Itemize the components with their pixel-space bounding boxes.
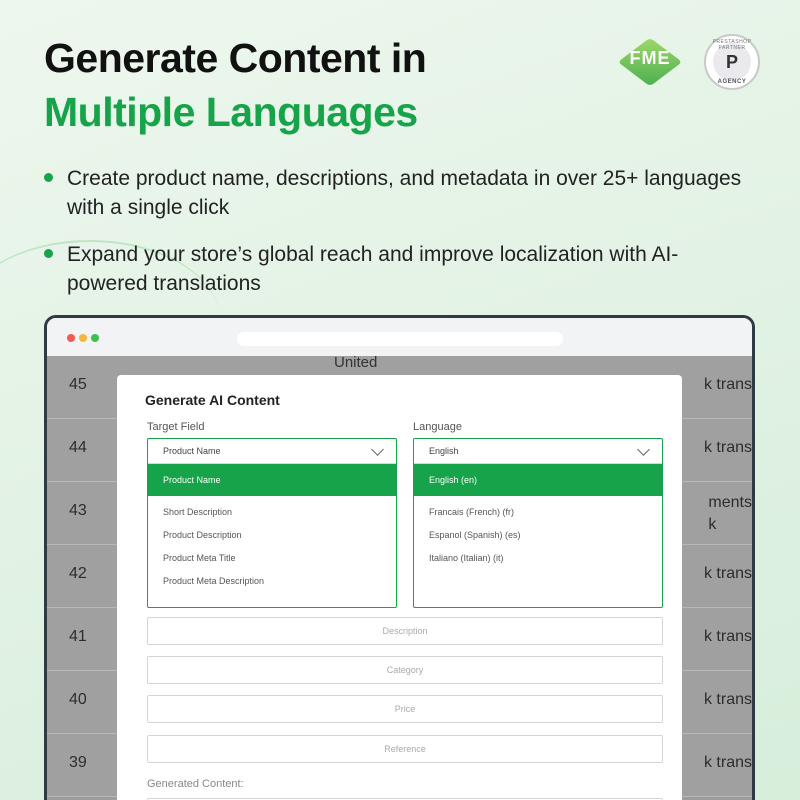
description-input[interactable]: Description (147, 617, 663, 645)
target-field-current[interactable]: Product Name (148, 439, 396, 464)
window-titlebar (47, 318, 752, 356)
language-option[interactable]: Italiano (Italian) (it) (414, 547, 662, 570)
target-field-option-selected[interactable]: Product Name (148, 464, 396, 496)
chevron-down-icon[interactable] (637, 443, 650, 456)
language-option[interactable]: Espanol (Spanish) (es) (414, 524, 662, 547)
badge-top-text: PRESTASHOP PARTNER (712, 39, 752, 51)
close-dot-icon[interactable] (67, 334, 75, 342)
target-field-option[interactable]: Product Meta Description (148, 570, 396, 593)
row-trailing-text: k trans (703, 691, 752, 708)
partial-header: United (334, 354, 378, 371)
address-bar[interactable] (237, 332, 563, 346)
row-number: 39 (69, 754, 87, 771)
row-number: 44 (69, 439, 87, 456)
feature-item: Expand your store’s global reach and imp… (44, 240, 744, 298)
headline-line-1: Generate Content in (44, 35, 427, 81)
headline: Generate Content in Multiple Languages (44, 34, 427, 138)
target-field-option[interactable]: Short Description (148, 501, 396, 524)
language-value: English (429, 446, 459, 456)
generated-content-label: Generated Content: (147, 778, 244, 790)
row-trailing-text: k trans (703, 376, 752, 393)
maximize-dot-icon[interactable] (91, 334, 99, 342)
target-field-option[interactable]: Product Meta Title (148, 547, 396, 570)
row-trailing-text: ments k (708, 494, 752, 533)
row-trailing-text: k trans (703, 628, 752, 645)
logos: FME PRESTASHOP PARTNER P AGENCY (617, 34, 760, 90)
row-trailing-text: k trans (703, 754, 752, 771)
row-trailing-text: k trans (703, 565, 752, 582)
row-number: 41 (69, 628, 87, 645)
fme-logo: FME (617, 34, 683, 90)
bullet-dot-icon (44, 173, 53, 182)
row-number: 43 (69, 502, 87, 519)
fme-logo-text: FME (629, 48, 671, 68)
row-number: 40 (69, 691, 87, 708)
badge-bottom-text: AGENCY (717, 79, 747, 85)
headline-line-2: Multiple Languages (44, 89, 418, 135)
browser-window: United 45 k trans 44 k trans 43 ments k … (44, 315, 755, 800)
bullet-dot-icon (44, 249, 53, 258)
language-select[interactable]: English English (en) Francais (French) (… (413, 438, 663, 608)
feature-text: Create product name, descriptions, and m… (67, 167, 742, 219)
category-input[interactable]: Category (147, 656, 663, 684)
generate-ai-content-modal: Generate AI Content Target Field Product… (117, 375, 682, 800)
prestashop-partner-badge: PRESTASHOP PARTNER P AGENCY (704, 34, 760, 90)
language-label: Language (413, 421, 462, 433)
chevron-down-icon[interactable] (371, 443, 384, 456)
feature-item: Create product name, descriptions, and m… (44, 164, 744, 222)
minimize-dot-icon[interactable] (79, 334, 87, 342)
window-controls (67, 334, 99, 342)
feature-list: Create product name, descriptions, and m… (44, 164, 744, 316)
target-field-option[interactable]: Product Description (148, 524, 396, 547)
row-number: 45 (69, 376, 87, 393)
price-input[interactable]: Price (147, 695, 663, 723)
feature-text: Expand your store’s global reach and imp… (67, 243, 679, 295)
target-field-value: Product Name (163, 446, 221, 456)
row-trailing-text: k trans (703, 439, 752, 456)
language-current[interactable]: English (414, 439, 662, 464)
row-number: 42 (69, 565, 87, 582)
language-option[interactable]: Francais (French) (fr) (414, 501, 662, 524)
target-field-label: Target Field (147, 421, 205, 433)
language-option-selected[interactable]: English (en) (414, 464, 662, 496)
reference-input[interactable]: Reference (147, 735, 663, 763)
modal-title: Generate AI Content (145, 392, 280, 408)
target-field-select[interactable]: Product Name Product Name Short Descript… (147, 438, 397, 608)
